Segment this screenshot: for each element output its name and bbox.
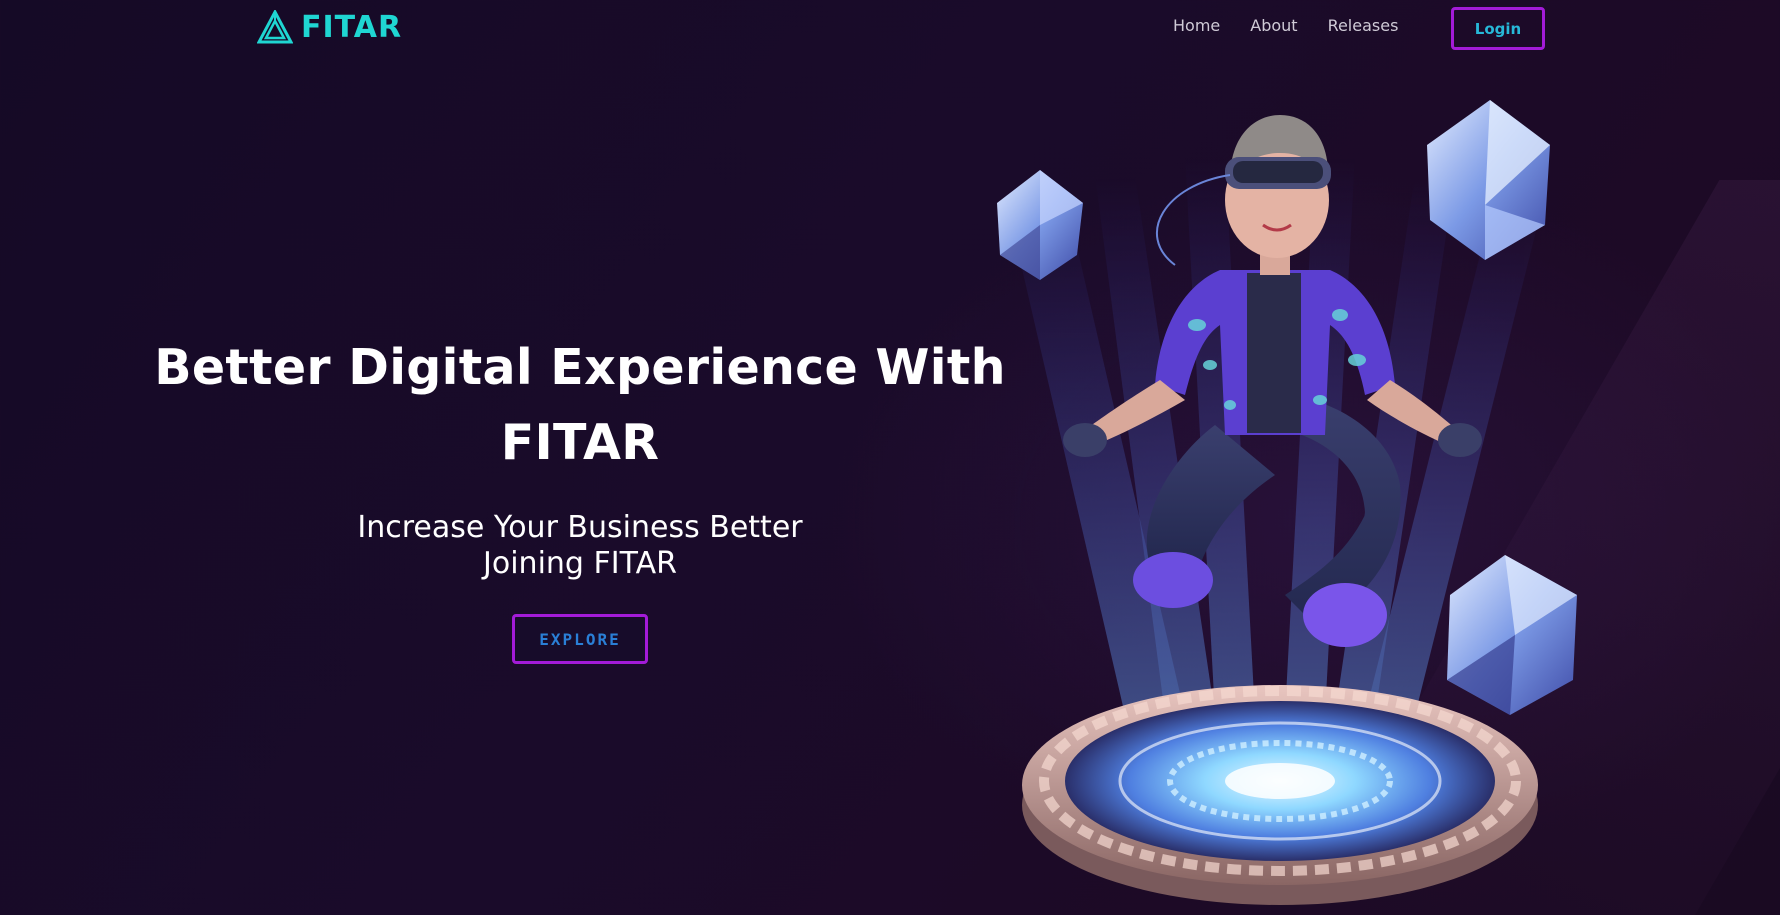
crystal-bottom-right-icon	[1447, 555, 1577, 715]
login-button[interactable]: Login	[1451, 7, 1545, 50]
nav-links: Home About Releases	[1173, 16, 1398, 35]
hero-title-line2: FITAR	[500, 414, 660, 471]
nav-link-releases[interactable]: Releases	[1328, 16, 1399, 35]
glowing-platform	[1022, 685, 1538, 905]
nav-link-home[interactable]: Home	[1173, 16, 1220, 35]
brand-logo[interactable]: FITAR	[257, 9, 403, 45]
nav-link-about[interactable]: About	[1250, 16, 1297, 35]
hero-section: Better Digital Experience With FITAR Inc…	[150, 330, 1010, 664]
navbar: FITAR Home About Releases Login	[0, 0, 1780, 56]
hero-title: Better Digital Experience With FITAR	[150, 330, 1010, 480]
hero-subtitle-line1: Increase Your Business Better	[357, 510, 803, 545]
explore-button[interactable]: EXPLORE	[512, 614, 648, 664]
triangle-logo-icon	[257, 10, 293, 44]
hero-title-line1: Better Digital Experience With	[154, 339, 1006, 396]
hero-subtitle: Increase Your Business Better Joining FI…	[330, 510, 830, 582]
hero-subtitle-line2: Joining FITAR	[483, 546, 677, 581]
vr-avatar-illustration	[997, 100, 1577, 905]
brand-name: FITAR	[301, 9, 403, 45]
